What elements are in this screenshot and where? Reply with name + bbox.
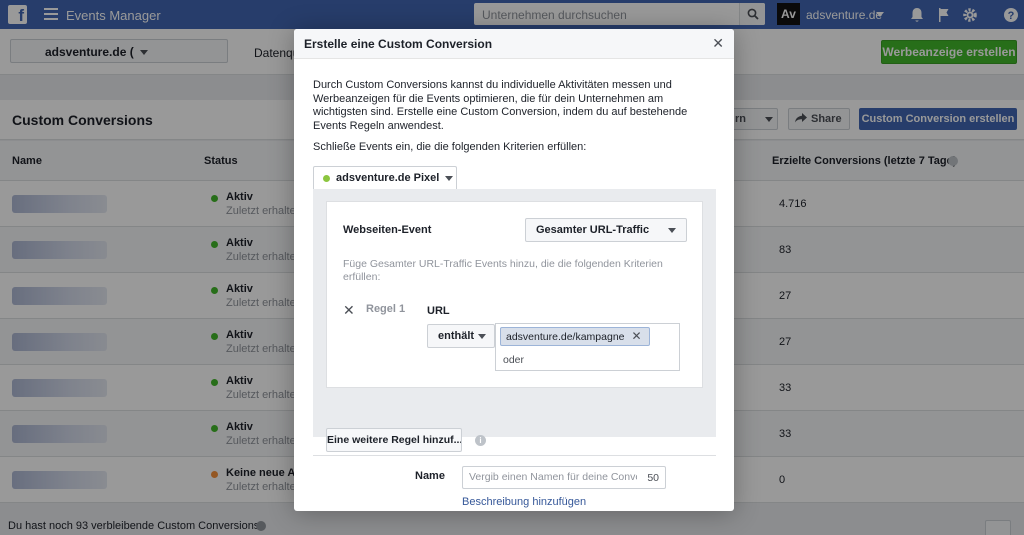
conversion-name-input[interactable] [469, 471, 637, 483]
name-label: Name [415, 470, 445, 482]
remove-token-icon[interactable]: ✕ [631, 329, 641, 343]
dialog-header: Erstelle eine Custom Conversion ✕ [294, 29, 734, 59]
pixel-name: adsventure.de Pixel [336, 172, 440, 184]
chevron-down-icon [478, 334, 486, 339]
add-description-link[interactable]: Beschreibung hinzufügen [462, 496, 586, 508]
include-criteria-text: Schließe Events ein, die die folgenden K… [313, 141, 587, 153]
conversion-name-field[interactable]: 50 [462, 466, 666, 489]
dialog-title: Erstelle eine Custom Conversion [304, 37, 493, 51]
add-rule-button[interactable]: Eine weitere Regel hinzuf... [326, 428, 462, 452]
url-label: URL [427, 305, 450, 317]
chevron-down-icon [445, 175, 454, 181]
close-icon[interactable]: ✕ [712, 36, 724, 50]
create-custom-conversion-dialog: Erstelle eine Custom Conversion ✕ Durch … [294, 29, 734, 511]
operator-select[interactable]: enthält [427, 324, 495, 348]
url-token: adsventure.de/kampagne ✕ [500, 327, 650, 346]
criteria-panel: Webseiten-Event Gesamter URL-Traffic Füg… [313, 189, 716, 452]
criteria-hint: Füge Gesamter URL-Traffic Events hinzu, … [343, 258, 663, 283]
url-token-text: adsventure.de/kampagne [506, 331, 625, 343]
or-placeholder[interactable]: oder [503, 354, 524, 366]
chevron-down-icon [668, 228, 676, 233]
website-event-value: Gesamter URL-Traffic [536, 224, 650, 236]
website-event-label: Webseiten-Event [343, 224, 432, 236]
rule-card: Webseiten-Event Gesamter URL-Traffic Füg… [326, 201, 703, 388]
rule-label: Regel 1 [366, 303, 406, 315]
pixel-select[interactable]: adsventure.de Pixel [313, 166, 457, 189]
dialog-intro-text: Durch Custom Conversions kannst du indiv… [313, 79, 688, 132]
divider [313, 455, 716, 456]
operator-value: enthält [438, 330, 475, 342]
remove-rule-icon[interactable]: ✕ [343, 303, 355, 317]
character-counter: 50 [647, 472, 659, 484]
website-event-select[interactable]: Gesamter URL-Traffic [525, 218, 687, 242]
info-icon[interactable]: i [475, 435, 486, 446]
url-token-input[interactable]: adsventure.de/kampagne ✕ oder [495, 323, 680, 371]
pixel-status-dot [323, 175, 330, 182]
